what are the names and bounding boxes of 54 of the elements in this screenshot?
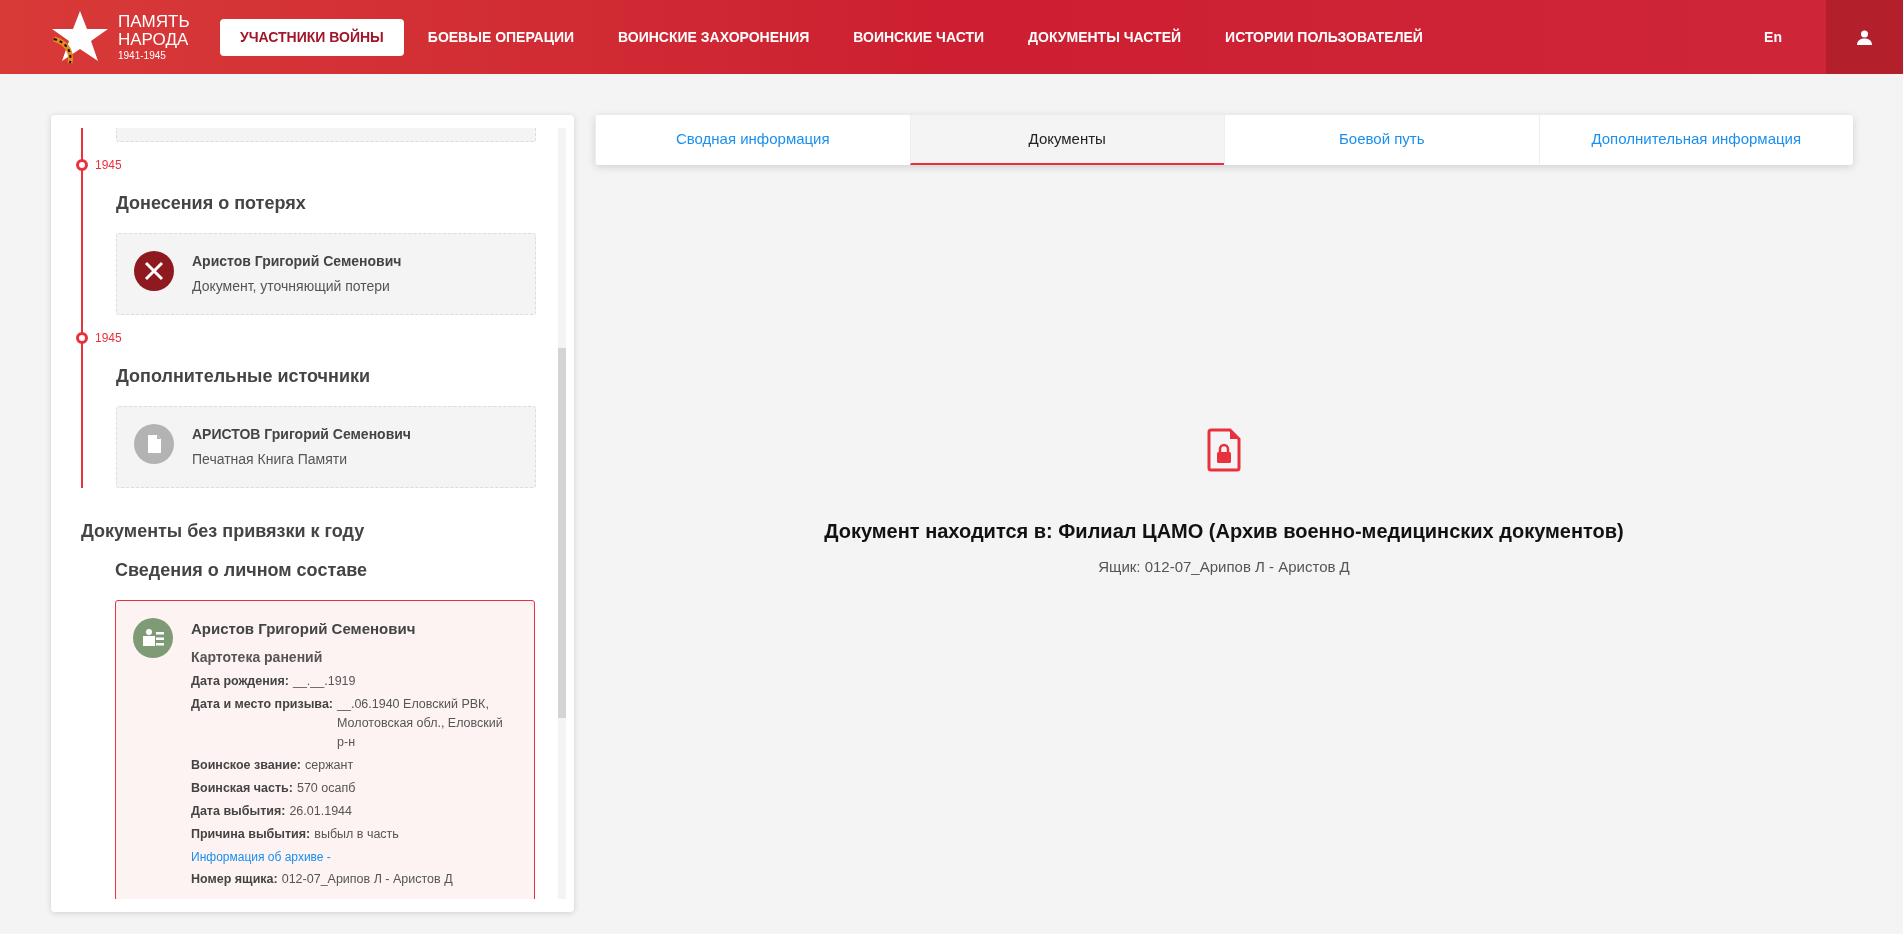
field-label: Дата и место призыва: <box>191 695 333 713</box>
tab[interactable]: Дополнительная информация <box>1538 115 1853 165</box>
box-number-text: Ящик: 012-07_Арипов Л - Аристов Д <box>1098 557 1350 577</box>
person-name: Аристов Григорий Семенович <box>192 252 402 271</box>
user-icon <box>1857 29 1872 45</box>
star-ribbon-icon <box>50 9 110 65</box>
scrollbar[interactable] <box>558 128 566 899</box>
language-link[interactable]: En <box>1764 26 1782 48</box>
section-heading: Донесения о потерях <box>116 192 307 215</box>
person-name: Аристов Григорий Семенович <box>191 619 417 639</box>
field-value: 26.01.1944 <box>289 802 352 820</box>
field-value: 570 осапб <box>296 779 356 797</box>
user-button[interactable] <box>1826 0 1903 74</box>
field-value: __.06.1940 Еловский РВК, Молотовская обл., Еловский р-н <box>337 695 504 751</box>
field-value: выбыл в часть <box>314 825 399 843</box>
field-value: сержант <box>305 756 354 774</box>
nav-link[interactable]: ВОИНСКИЕ ЧАСТИ <box>833 18 1005 56</box>
section-heading: Дополнительные источники <box>116 365 372 388</box>
document-card[interactable]: Аристов Григорий Семенович Документ, уточняющий потери <box>116 233 536 315</box>
tab[interactable]: Документы <box>909 115 1224 165</box>
nav-link[interactable]: УЧАСТНИКИ ВОЙНЫ <box>220 18 404 56</box>
year-label: 1945 <box>95 157 122 174</box>
person-name: АРИСТОВ Григорий Семенович <box>192 425 411 444</box>
cross-icon <box>134 251 174 291</box>
document-card[interactable] <box>115 600 535 899</box>
locked-file-icon <box>1207 428 1241 472</box>
document-location-title: Документ находится в: Филиал ЦАМО (Архив военно-медицинских документов) <box>824 519 1624 544</box>
document-type: Документ, уточняющий потери <box>192 277 391 296</box>
year-label: 1945 <box>95 330 122 347</box>
logo-years: 1941-1945 <box>118 51 167 61</box>
document-type: Картотека ранений <box>191 647 324 667</box>
file-icon <box>134 424 174 464</box>
tab[interactable]: Сводная информация <box>595 115 910 165</box>
field-label: Дата выбытия: <box>191 802 286 820</box>
logo-title: НАРОДА <box>118 31 190 49</box>
nav-link[interactable]: БОЕВЫЕ ОПЕРАЦИИ <box>407 18 595 56</box>
field-value: __.__.1919 <box>292 672 356 690</box>
field-value: 012-07_Арипов Л - Аристов Д <box>281 870 453 888</box>
field-label: Номер ящика: <box>191 870 278 888</box>
field-label: Причина выбытия: <box>191 825 311 843</box>
section-heading: Сведения о личном составе <box>115 559 369 582</box>
person-list-icon <box>133 618 173 658</box>
field-label: Дата рождения: <box>191 672 289 690</box>
document-card[interactable]: АРИСТОВ Григорий Семенович Печатная Книга Памяти <box>116 406 536 488</box>
document-type: Печатная Книга Памяти <box>192 450 349 469</box>
nav-link[interactable]: ДОКУМЕНТЫ ЧАСТЕЙ <box>1008 18 1202 56</box>
archive-info-link[interactable]: Информация об архиве - <box>191 847 517 866</box>
section-heading: Документы без привязки к году <box>81 520 366 543</box>
field-label: Воинская часть: <box>191 779 293 797</box>
nav-link[interactable]: ИСТОРИИ ПОЛЬЗОВАТЕЛЕЙ <box>1205 18 1443 56</box>
field-label: Воинское звание: <box>191 756 302 774</box>
tab[interactable]: Боевой путь <box>1224 115 1539 165</box>
logo-title: ПАМЯТЬ <box>118 13 190 31</box>
nav-link[interactable]: ВОИНСКИЕ ЗАХОРОНЕНИЯ <box>598 18 830 56</box>
